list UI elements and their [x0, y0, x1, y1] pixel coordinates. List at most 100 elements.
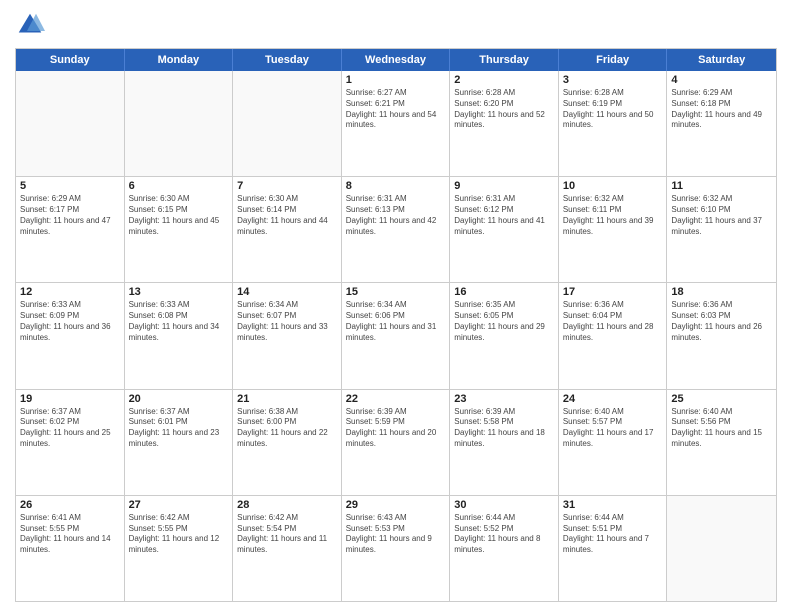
- day-info: Sunrise: 6:28 AMSunset: 6:19 PMDaylight:…: [563, 88, 663, 131]
- day-number: 2: [454, 74, 554, 86]
- calendar-row-3: 12 Sunrise: 6:33 AMSunset: 6:09 PMDayligh…: [16, 282, 776, 388]
- day-cell-16: 16Sunrise: 6:35 AMSunset: 6:05 PMDayligh…: [450, 283, 559, 388]
- day-cell-21: 21 Sunrise: 6:38 AMSunset: 6:00 PMDayligh…: [233, 390, 342, 495]
- empty-cell: [125, 71, 234, 176]
- day-number: 4: [671, 74, 772, 86]
- day-number: 29: [346, 499, 446, 511]
- day-number: 17: [563, 286, 663, 298]
- day-cell-1: 1 Sunrise: 6:27 AMSunset: 6:21 PMDaylight…: [342, 71, 451, 176]
- day-number: 30: [454, 499, 554, 511]
- day-info: Sunrise: 6:41 AMSunset: 5:55 PMDaylight:…: [20, 513, 120, 556]
- day-cell-14: 14 Sunrise: 6:34 AMSunset: 6:07 PMDayligh…: [233, 283, 342, 388]
- day-info: Sunrise: 6:37 AMSunset: 6:02 PMDaylight:…: [20, 407, 120, 450]
- day-info: Sunrise: 6:39 AMSunset: 5:58 PMDaylight:…: [454, 407, 554, 450]
- day-info: Sunrise: 6:33 AMSunset: 6:09 PMDaylight:…: [20, 300, 120, 343]
- calendar-header: SundayMondayTuesdayWednesdayThursdayFrid…: [16, 49, 776, 71]
- day-cell-20: 20 Sunrise: 6:37 AMSunset: 6:01 PMDayligh…: [125, 390, 234, 495]
- day-cell-3: 3 Sunrise: 6:28 AMSunset: 6:19 PMDaylight…: [559, 71, 668, 176]
- day-info: Sunrise: 6:34 AMSunset: 6:07 PMDaylight:…: [237, 300, 337, 343]
- day-number: 9: [454, 180, 554, 192]
- day-cell-2: 2 Sunrise: 6:28 AMSunset: 6:20 PMDaylight…: [450, 71, 559, 176]
- day-info: Sunrise: 6:44 AMSunset: 5:51 PMDaylight:…: [563, 513, 663, 556]
- day-cell-15: 15 Sunrise: 6:34 AMSunset: 6:06 PMDayligh…: [342, 283, 451, 388]
- day-number: 22: [346, 393, 446, 405]
- day-info: Sunrise: 6:30 AMSunset: 6:15 PMDaylight:…: [129, 194, 229, 237]
- day-number: 11: [671, 180, 772, 192]
- day-number: 20: [129, 393, 229, 405]
- day-cell-27: 27 Sunrise: 6:42 AMSunset: 5:55 PMDayligh…: [125, 496, 234, 601]
- day-info: Sunrise: 6:30 AMSunset: 6:14 PMDaylight:…: [237, 194, 337, 237]
- day-cell-22: 22 Sunrise: 6:39 AMSunset: 5:59 PMDayligh…: [342, 390, 451, 495]
- header-day-monday: Monday: [125, 49, 234, 71]
- logo-icon: [15, 10, 45, 40]
- day-number: 18: [671, 286, 772, 298]
- day-number: 31: [563, 499, 663, 511]
- day-info: Sunrise: 6:34 AMSunset: 6:06 PMDaylight:…: [346, 300, 446, 343]
- day-cell-8: 8 Sunrise: 6:31 AMSunset: 6:13 PMDaylight…: [342, 177, 451, 282]
- header-day-wednesday: Wednesday: [342, 49, 451, 71]
- day-number: 26: [20, 499, 120, 511]
- day-cell-26: 26 Sunrise: 6:41 AMSunset: 5:55 PMDayligh…: [16, 496, 125, 601]
- day-cell-30: 30Sunrise: 6:44 AMSunset: 5:52 PMDayligh…: [450, 496, 559, 601]
- day-number: 12: [20, 286, 120, 298]
- day-info: Sunrise: 6:28 AMSunset: 6:20 PMDaylight:…: [454, 88, 554, 131]
- day-number: 3: [563, 74, 663, 86]
- day-info: Sunrise: 6:43 AMSunset: 5:53 PMDaylight:…: [346, 513, 446, 556]
- day-cell-31: 31 Sunrise: 6:44 AMSunset: 5:51 PMDayligh…: [559, 496, 668, 601]
- day-cell-9: 9 Sunrise: 6:31 AMSunset: 6:12 PMDaylight…: [450, 177, 559, 282]
- calendar-row-1: 1 Sunrise: 6:27 AMSunset: 6:21 PMDaylight…: [16, 71, 776, 176]
- day-number: 16: [454, 286, 554, 298]
- day-info: Sunrise: 6:33 AMSunset: 6:08 PMDaylight:…: [129, 300, 229, 343]
- day-info: Sunrise: 6:39 AMSunset: 5:59 PMDaylight:…: [346, 407, 446, 450]
- header-day-friday: Friday: [559, 49, 668, 71]
- day-number: 1: [346, 74, 446, 86]
- day-number: 28: [237, 499, 337, 511]
- day-info: Sunrise: 6:37 AMSunset: 6:01 PMDaylight:…: [129, 407, 229, 450]
- header-day-saturday: Saturday: [667, 49, 776, 71]
- day-cell-29: 29 Sunrise: 6:43 AMSunset: 5:53 PMDayligh…: [342, 496, 451, 601]
- header-day-thursday: Thursday: [450, 49, 559, 71]
- day-number: 8: [346, 180, 446, 192]
- day-info: Sunrise: 6:31 AMSunset: 6:13 PMDaylight:…: [346, 194, 446, 237]
- day-info: Sunrise: 6:31 AMSunset: 6:12 PMDaylight:…: [454, 194, 554, 237]
- day-cell-17: 17Sunrise: 6:36 AMSunset: 6:04 PMDayligh…: [559, 283, 668, 388]
- day-cell-6: 6 Sunrise: 6:30 AMSunset: 6:15 PMDaylight…: [125, 177, 234, 282]
- day-number: 14: [237, 286, 337, 298]
- header: [15, 10, 777, 40]
- day-number: 13: [129, 286, 229, 298]
- logo: [15, 10, 49, 40]
- header-day-tuesday: Tuesday: [233, 49, 342, 71]
- day-cell-13: 13 Sunrise: 6:33 AMSunset: 6:08 PMDayligh…: [125, 283, 234, 388]
- day-number: 21: [237, 393, 337, 405]
- calendar-row-5: 26 Sunrise: 6:41 AMSunset: 5:55 PMDayligh…: [16, 495, 776, 601]
- page: SundayMondayTuesdayWednesdayThursdayFrid…: [0, 0, 792, 612]
- day-number: 10: [563, 180, 663, 192]
- day-info: Sunrise: 6:27 AMSunset: 6:21 PMDaylight:…: [346, 88, 446, 131]
- day-info: Sunrise: 6:32 AMSunset: 6:11 PMDaylight:…: [563, 194, 663, 237]
- day-number: 25: [671, 393, 772, 405]
- day-cell-25: 25 Sunrise: 6:40 AMSunset: 5:56 PMDayligh…: [667, 390, 776, 495]
- day-info: Sunrise: 6:29 AMSunset: 6:18 PMDaylight:…: [671, 88, 772, 131]
- day-cell-12: 12 Sunrise: 6:33 AMSunset: 6:09 PMDayligh…: [16, 283, 125, 388]
- empty-cell: [667, 496, 776, 601]
- day-info: Sunrise: 6:42 AMSunset: 5:55 PMDaylight:…: [129, 513, 229, 556]
- day-cell-18: 18Sunrise: 6:36 AMSunset: 6:03 PMDayligh…: [667, 283, 776, 388]
- calendar-row-2: 5Sunrise: 6:29 AMSunset: 6:17 PMDaylight…: [16, 176, 776, 282]
- day-number: 27: [129, 499, 229, 511]
- day-cell-28: 28Sunrise: 6:42 AMSunset: 5:54 PMDayligh…: [233, 496, 342, 601]
- day-number: 23: [454, 393, 554, 405]
- day-cell-10: 10 Sunrise: 6:32 AMSunset: 6:11 PMDayligh…: [559, 177, 668, 282]
- day-info: Sunrise: 6:40 AMSunset: 5:57 PMDaylight:…: [563, 407, 663, 450]
- day-number: 6: [129, 180, 229, 192]
- day-info: Sunrise: 6:38 AMSunset: 6:00 PMDaylight:…: [237, 407, 337, 450]
- day-cell-11: 11 Sunrise: 6:32 AMSunset: 6:10 PMDayligh…: [667, 177, 776, 282]
- day-info: Sunrise: 6:32 AMSunset: 6:10 PMDaylight:…: [671, 194, 772, 237]
- day-cell-19: 19 Sunrise: 6:37 AMSunset: 6:02 PMDayligh…: [16, 390, 125, 495]
- day-cell-7: 7Sunrise: 6:30 AMSunset: 6:14 PMDaylight…: [233, 177, 342, 282]
- empty-cell: [16, 71, 125, 176]
- day-number: 15: [346, 286, 446, 298]
- calendar-row-4: 19 Sunrise: 6:37 AMSunset: 6:02 PMDayligh…: [16, 389, 776, 495]
- day-info: Sunrise: 6:40 AMSunset: 5:56 PMDaylight:…: [671, 407, 772, 450]
- day-number: 19: [20, 393, 120, 405]
- empty-cell: [233, 71, 342, 176]
